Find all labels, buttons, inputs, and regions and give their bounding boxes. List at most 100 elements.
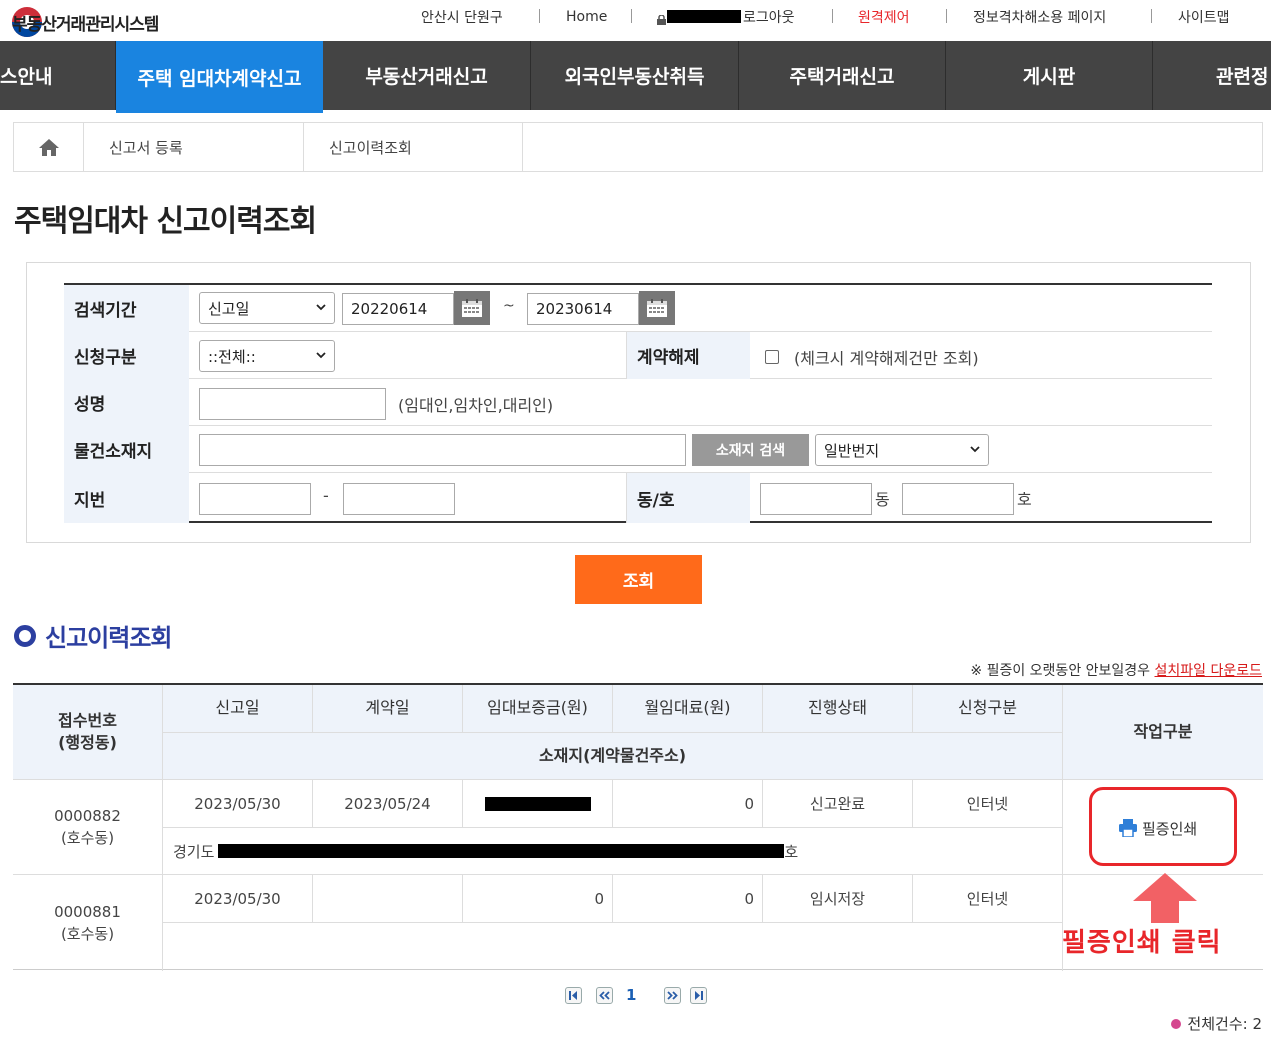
address-prefix: 경기도 xyxy=(173,842,215,861)
admin-dong: (호수동) xyxy=(60,925,115,943)
double-chevron-right-icon xyxy=(667,991,678,1000)
address-cell: 경기도 호 xyxy=(163,828,1063,875)
location-type-select[interactable]: 일반번지 xyxy=(815,434,989,466)
nav-item-housing-transaction[interactable]: 주택거래신고 xyxy=(739,41,946,110)
search-row-lot: 지번 - 동/호 동 호 xyxy=(64,473,1212,523)
nav-item-foreigner-acquisition[interactable]: 외국인부동산취득 xyxy=(531,41,739,110)
bullet-icon xyxy=(1171,1018,1182,1029)
col-header-apply-type: 신청구분 xyxy=(913,685,1063,733)
next-page-button[interactable] xyxy=(664,987,681,1004)
redacted-user-name xyxy=(667,10,741,23)
breadcrumb-home[interactable] xyxy=(14,123,84,171)
apply-type-select[interactable]: ::전체:: xyxy=(199,340,335,372)
prev-page-button[interactable] xyxy=(596,987,613,1004)
first-page-button[interactable] xyxy=(565,987,582,1004)
region-label: 안산시 단원구 xyxy=(421,10,503,26)
name-label: 성명 xyxy=(64,379,189,426)
apply-type-label: 신청구분 xyxy=(64,332,189,379)
query-button[interactable]: 조회 xyxy=(575,555,702,604)
search-row-location: 물건소재지 소재지 검색 일반번지 xyxy=(64,426,1212,473)
annotation-label: 필증인쇄 클릭 xyxy=(1062,928,1222,958)
period-type-value: 신고일 xyxy=(208,299,250,318)
col-header-status: 진행상태 xyxy=(763,685,913,733)
main-nav: 스안내 주택 임대차계약신고 부동산거래신고 외국인부동산취득 주택거래신고 게… xyxy=(0,41,1271,113)
date-range-separator: ~ xyxy=(503,298,515,314)
location-input[interactable] xyxy=(199,434,686,466)
dong-input[interactable] xyxy=(760,483,872,515)
cancel-only-checkbox[interactable] xyxy=(765,350,779,364)
deposit: 0 xyxy=(463,875,613,923)
ho-input[interactable] xyxy=(902,483,1014,515)
last-page-icon xyxy=(695,991,703,1000)
apply-type: 인터넷 xyxy=(913,875,1063,923)
cancel-label: 계약해제 xyxy=(626,332,750,379)
remote-control-link[interactable]: 원격제어 xyxy=(858,6,910,28)
col-header-monthly-rent: 월임대료(원) xyxy=(613,685,763,733)
section-bullet-icon xyxy=(14,624,36,647)
page-title: 주택임대차 신고이력조회 xyxy=(14,204,317,239)
lot-sub-input[interactable] xyxy=(343,483,455,515)
status: 임시저장 xyxy=(763,875,913,923)
col-header-action: 작업구분 xyxy=(1063,685,1263,780)
nav-item-board[interactable]: 게시판 xyxy=(946,41,1153,110)
last-page-button[interactable] xyxy=(690,987,707,1004)
receipt-no: 0000881 xyxy=(54,902,121,921)
dongho-label: 동/호 xyxy=(626,473,750,523)
monthly-rent: 0 xyxy=(613,780,763,828)
home-icon xyxy=(38,139,59,156)
util-divider xyxy=(1151,9,1152,23)
lock-icon xyxy=(657,11,666,25)
table-row-receipt: 0000881 (호수동) xyxy=(13,875,163,971)
home-link[interactable]: Home xyxy=(566,6,607,28)
contract-date: 2023/05/24 xyxy=(313,780,463,828)
installer-download-link[interactable]: 설치파일 다운로드 xyxy=(1155,663,1263,679)
history-section-title: 신고이력조회 xyxy=(14,618,172,653)
admin-dong: (호수동) xyxy=(60,829,115,847)
util-divider xyxy=(946,9,947,23)
current-page[interactable]: 1 xyxy=(626,986,636,1004)
logout-link[interactable]: 로그아웃 xyxy=(743,6,795,28)
redacted-address xyxy=(218,844,785,858)
lot-main-input[interactable] xyxy=(199,483,311,515)
util-divider xyxy=(631,9,632,23)
apply-type: 인터넷 xyxy=(913,780,1063,828)
logo-text: 부동산거래관리시스템 xyxy=(12,14,159,35)
location-label: 물건소재지 xyxy=(64,426,189,473)
chevron-down-icon xyxy=(970,446,980,453)
lot-separator: - xyxy=(323,486,329,505)
nav-item-housing-lease-report[interactable]: 주택 임대차계약신고 xyxy=(116,41,323,113)
chevron-down-icon xyxy=(316,304,326,311)
certificate-notice: ※ 필증이 오랫동안 안보일경우 설치파일 다운로드 xyxy=(970,660,1262,680)
accessibility-page-link[interactable]: 정보격차해소용 페이지 xyxy=(973,6,1106,28)
location-search-button[interactable]: 소재지 검색 xyxy=(692,434,809,466)
report-date: 2023/05/30 xyxy=(163,875,313,923)
receipt-no: 0000882 xyxy=(54,806,121,825)
deposit-cell xyxy=(463,780,613,828)
col-header-contract-date: 계약일 xyxy=(313,685,463,733)
search-row-name: 성명 (임대인,임차인,대리인) xyxy=(64,379,1212,426)
date-from-calendar-button[interactable] xyxy=(454,291,490,325)
nav-item-service-guide[interactable]: 스안내 xyxy=(0,41,116,110)
report-date: 2023/05/30 xyxy=(163,780,313,828)
name-input[interactable] xyxy=(199,388,386,420)
nav-item-related[interactable]: 관련정 xyxy=(1153,41,1271,110)
breadcrumb-item-history[interactable]: 신고이력조회 xyxy=(304,123,523,171)
period-type-select[interactable]: 신고일 xyxy=(199,292,335,324)
total-count: 전체건수: 2 xyxy=(1171,1013,1262,1034)
date-from-input[interactable]: 20220614 xyxy=(342,293,454,325)
calendar-icon xyxy=(462,299,482,317)
monthly-rent: 0 xyxy=(613,875,763,923)
date-to-input[interactable]: 20230614 xyxy=(527,293,639,325)
breadcrumb: 신고서 등록 신고이력조회 xyxy=(13,122,1263,172)
date-to-calendar-button[interactable] xyxy=(639,291,675,325)
sitemap-link[interactable]: 사이트맵 xyxy=(1178,6,1230,28)
breadcrumb-item-register[interactable]: 신고서 등록 xyxy=(84,123,304,171)
util-divider xyxy=(539,9,540,23)
notice-text: ※ 필증이 오랫동안 안보일경우 xyxy=(970,663,1155,679)
col-header-receipt-no-label: 접수번호 xyxy=(58,710,117,730)
site-logo[interactable]: 부동산거래관리시스템 xyxy=(12,6,159,38)
nav-item-real-estate-report[interactable]: 부동산거래신고 xyxy=(323,41,531,110)
col-header-report-date: 신고일 xyxy=(163,685,313,733)
highlight-box xyxy=(1089,787,1237,866)
contract-date xyxy=(313,875,463,923)
